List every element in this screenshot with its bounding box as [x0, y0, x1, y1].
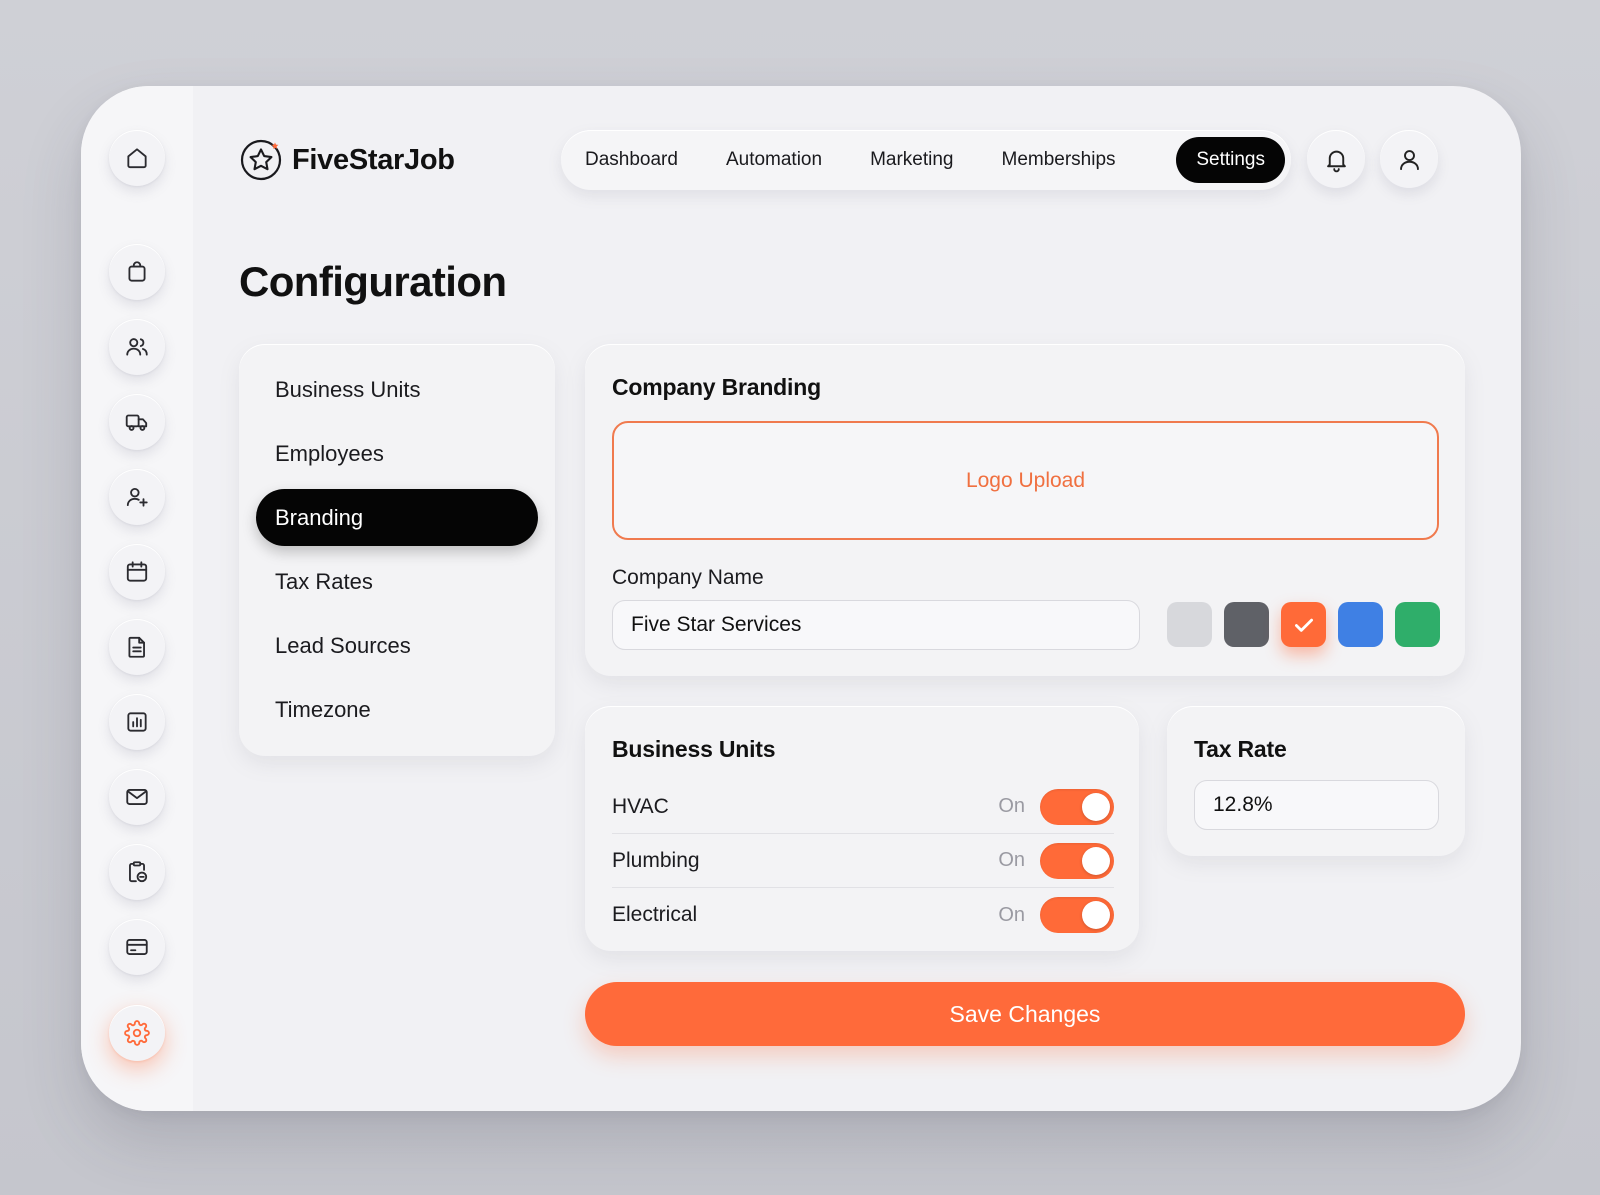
toggle-knob	[1082, 846, 1110, 875]
business-unit-name: Electrical	[612, 903, 698, 926]
credit-card-icon	[126, 939, 148, 955]
tax-rate-input[interactable]	[1194, 780, 1439, 830]
toggle-state-label: On	[998, 903, 1025, 926]
business-unit-name: Plumbing	[612, 848, 700, 872]
rail-payments-button[interactable]	[109, 919, 165, 975]
color-swatch-orange[interactable]	[1281, 602, 1326, 647]
nav-dashboard[interactable]: Dashboard	[565, 137, 698, 183]
clipboard-icon	[129, 861, 148, 883]
business-units-title: Business Units	[612, 736, 776, 762]
rail-messages-button[interactable]	[109, 769, 165, 825]
rail-add-user-button[interactable]	[109, 469, 165, 525]
rail-documents-button[interactable]	[109, 619, 165, 675]
plumbing-toggle[interactable]	[1040, 842, 1114, 879]
subnav-employees[interactable]: Employees	[256, 425, 538, 482]
subnav-tax-rates[interactable]: Tax Rates	[256, 553, 538, 610]
page-title: Configuration	[239, 258, 507, 305]
user-plus-icon	[126, 487, 148, 507]
logo-upload-label: Logo Upload	[965, 468, 1086, 492]
truck-icon	[125, 414, 148, 431]
subnav-lead-sources[interactable]: Lead Sources	[256, 617, 538, 674]
business-unit-row: Plumbing On	[612, 834, 1114, 888]
document-icon	[128, 636, 145, 658]
rail-calendar-button[interactable]	[109, 544, 165, 600]
nav-settings[interactable]: Settings	[1176, 137, 1285, 183]
chart-icon	[127, 712, 147, 732]
hvac-toggle[interactable]	[1040, 788, 1114, 825]
app-window: FiveStarJob Dashboard Automation Marketi…	[81, 86, 1521, 1111]
tax-rate-title: Tax Rate	[1194, 736, 1287, 762]
shopping-bag-icon	[128, 261, 146, 282]
star-logo-icon	[240, 139, 282, 181]
company-branding-card: Company Branding Logo Upload Company Nam…	[585, 344, 1465, 676]
settings-subnav: Business Units Employees Branding Tax Ra…	[239, 344, 555, 756]
company-name-input[interactable]	[612, 600, 1140, 650]
brand-name: FiveStarJob	[292, 143, 455, 176]
brand-color-swatches	[1167, 602, 1440, 647]
toggle-knob	[1082, 901, 1110, 929]
rail-tasks-button[interactable]	[109, 844, 165, 900]
business-units-card: Business Units HVAC On Plumbing On Elect…	[585, 706, 1139, 951]
rail-customers-button[interactable]	[109, 319, 165, 375]
user-icon	[1399, 149, 1419, 170]
calendar-icon	[126, 561, 148, 582]
profile-button[interactable]	[1380, 130, 1438, 188]
subnav-timezone[interactable]: Timezone	[256, 681, 538, 738]
nav-automation[interactable]: Automation	[706, 137, 842, 183]
business-unit-name: HVAC	[612, 794, 669, 818]
company-branding-title: Company Branding	[612, 374, 821, 400]
rail-reports-button[interactable]	[109, 694, 165, 750]
electrical-toggle[interactable]	[1040, 897, 1114, 933]
color-swatch-light-gray[interactable]	[1167, 602, 1212, 647]
toggle-state-label: On	[998, 795, 1025, 817]
bell-icon	[1326, 150, 1346, 172]
toggle-state-label: On	[998, 849, 1025, 871]
business-unit-row: HVAC On	[612, 780, 1114, 834]
nav-marketing[interactable]: Marketing	[850, 137, 973, 183]
rail-settings-button[interactable]	[109, 1005, 165, 1061]
toggle-knob	[1082, 792, 1110, 821]
top-navigation: Dashboard Automation Marketing Membershi…	[561, 130, 1291, 190]
rail-jobs-button[interactable]	[109, 244, 165, 300]
company-name-label: Company Name	[612, 566, 764, 589]
gear-icon	[124, 1020, 150, 1046]
rail-home-button[interactable]	[109, 130, 165, 186]
subnav-branding[interactable]: Branding	[256, 489, 538, 546]
logo-upload-dropzone[interactable]: Logo Upload	[612, 421, 1439, 540]
mail-icon	[126, 789, 148, 805]
home-icon	[127, 148, 147, 169]
checkmark-icon	[1294, 618, 1313, 632]
users-icon	[126, 338, 148, 356]
color-swatch-blue[interactable]	[1338, 602, 1383, 647]
subnav-business-units[interactable]: Business Units	[256, 361, 538, 418]
tax-rate-card: Tax Rate	[1167, 706, 1465, 856]
color-swatch-dark-gray[interactable]	[1224, 602, 1269, 647]
nav-memberships[interactable]: Memberships	[982, 137, 1136, 183]
brand-logo[interactable]: FiveStarJob	[239, 138, 455, 182]
icon-rail	[81, 86, 193, 1111]
business-unit-row: Electrical On	[612, 888, 1114, 942]
save-changes-button[interactable]: Save Changes	[585, 982, 1465, 1046]
rail-dispatch-button[interactable]	[109, 394, 165, 450]
color-swatch-green[interactable]	[1395, 602, 1440, 647]
notifications-button[interactable]	[1307, 130, 1365, 188]
